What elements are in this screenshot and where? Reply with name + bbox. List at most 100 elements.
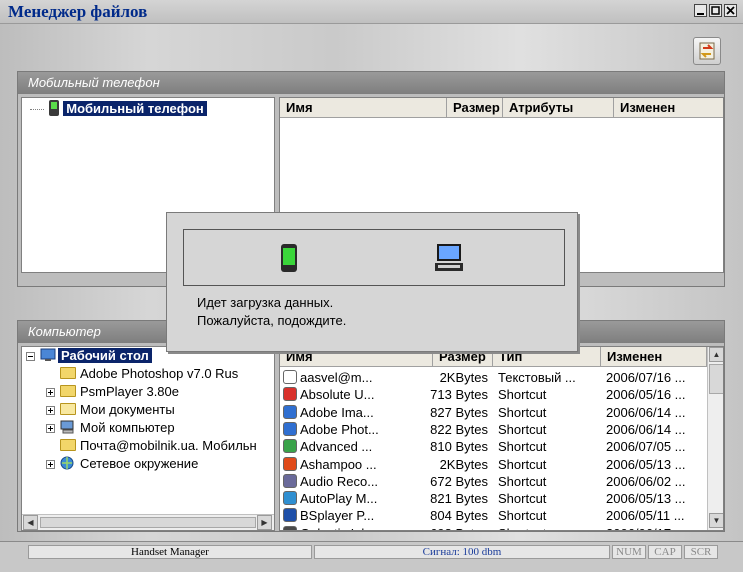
phone-col-name[interactable]: Имя [280, 98, 447, 118]
file-icon [283, 508, 297, 523]
file-name: Advanced ... [300, 439, 373, 455]
expand-toggle[interactable] [46, 406, 55, 415]
expand-toggle[interactable] [46, 388, 55, 397]
file-size: 804 Bytes [430, 508, 488, 524]
status-cap: CAP [648, 545, 682, 559]
file-row[interactable]: aasvel@m... 2KBytes Текстовый ... 2006/07/1… [280, 369, 708, 386]
tree-label: Рабочий стол [58, 348, 152, 363]
mobile-phone-icon [281, 244, 297, 272]
file-icon [283, 473, 297, 488]
tree-label: Почта@mobilnik.ua. Мобильн [80, 438, 257, 453]
file-type: Shortcut [498, 387, 547, 403]
file-date: 2006/06/02 ... [606, 473, 686, 489]
sync-button[interactable] [693, 37, 721, 65]
file-name: BSplayer P... [300, 508, 375, 524]
tree-item-photoshop[interactable]: Adobe Photoshop v7.0 Rus [60, 365, 238, 383]
close-button[interactable] [724, 4, 737, 17]
file-name: Adobe Phot... [300, 421, 379, 437]
scroll-down-button[interactable]: ▼ [709, 513, 723, 528]
file-icon [283, 525, 297, 530]
plus-icon [48, 390, 53, 395]
file-size: 713 Bytes [430, 387, 488, 403]
tree-item-psmplayer[interactable]: PsmPlayer 3.80e [60, 383, 179, 401]
tree-item-my-documents[interactable]: Мои документы [60, 401, 175, 419]
computer-tree[interactable]: Рабочий стол Adobe Photoshop v7.0 Rus Ps… [21, 346, 275, 531]
tree-item-my-computer[interactable]: Мой компьютер [60, 419, 175, 437]
file-rows: aasvel@m... 2KBytes Текстовый ... 2006/07/1… [280, 369, 708, 530]
scroll-left-button[interactable]: ◀ [23, 515, 38, 530]
network-icon [60, 456, 74, 470]
file-date: 2006/07/05 ... [606, 439, 686, 455]
scroll-thumb[interactable] [40, 517, 256, 528]
file-type: Текстовый ... [498, 370, 576, 385]
file-date: 2006/05/16 ... [606, 387, 686, 403]
file-list-vertical-scrollbar[interactable]: ▲ ▼ [707, 347, 723, 530]
computer-file-list[interactable]: Имя Размер Тип Изменен aasvel@m... 2KByte… [279, 346, 724, 531]
file-name: aasvel@m... [300, 370, 373, 385]
file-row[interactable]: Audio Reco... 672 Bytes Shortcut 2006/06/02… [280, 473, 708, 490]
file-type: Shortcut [498, 421, 547, 437]
file-icon [283, 387, 297, 402]
tree-label: Adobe Photoshop v7.0 Rus [80, 366, 239, 381]
file-size: 2KBytes [439, 456, 488, 472]
expand-toggle[interactable] [46, 424, 55, 433]
file-icon [283, 370, 297, 384]
file-date: 2006/06/14 ... [606, 404, 686, 420]
file-name: Ashampoo ... [300, 456, 377, 472]
status-app-name: Handset Manager [28, 545, 312, 559]
scroll-thumb[interactable] [709, 364, 723, 394]
pc-col-modified[interactable]: Изменен [601, 347, 707, 367]
maximize-icon [711, 6, 720, 15]
expand-toggle[interactable] [46, 460, 55, 469]
file-icon [283, 491, 297, 506]
tree-item-mail[interactable]: Почта@mobilnik.ua. Мобильн [60, 437, 257, 455]
file-icon [283, 421, 297, 436]
folder-icon [60, 439, 76, 451]
title-bar: Менеджер файлов [0, 0, 743, 24]
mobile-phone-panel-header: Мобильный телефон [18, 72, 724, 94]
plus-icon [48, 462, 53, 467]
file-row[interactable]: Absolute U... 713 Bytes Shortcut 2006/05/16… [280, 386, 708, 403]
file-row[interactable]: Galactic Ink... 698 Bytes Shortcut 2006/06/… [280, 525, 708, 530]
phone-col-size[interactable]: Размер [447, 98, 503, 118]
sync-icon [699, 42, 715, 60]
plus-icon [48, 426, 53, 431]
loading-message-line1: Идет загрузка данных. [197, 295, 334, 310]
scroll-up-button[interactable]: ▲ [709, 347, 723, 362]
tree-item-desktop[interactable]: Рабочий стол [40, 347, 152, 365]
file-type: Shortcut [498, 473, 547, 489]
file-row[interactable]: Adobe Phot... 822 Bytes Shortcut 2006/06/14… [280, 421, 708, 438]
collapse-toggle[interactable] [26, 352, 35, 361]
phone-col-modified[interactable]: Изменен [614, 98, 723, 118]
tree-horizontal-scrollbar[interactable]: ◀ ▶ [22, 514, 274, 530]
file-row[interactable]: Adobe Ima... 827 Bytes Shortcut 2006/06/14 … [280, 404, 708, 421]
plus-icon [48, 408, 53, 413]
folder-icon [60, 385, 76, 397]
file-row[interactable]: BSplayer P... 804 Bytes Shortcut 2006/05/11… [280, 507, 708, 524]
tree-item-network[interactable]: Сетевое окружение [60, 455, 198, 473]
file-date: 2006/05/11 ... [606, 508, 685, 524]
desktop-icon [40, 348, 56, 361]
close-icon [726, 6, 735, 15]
file-size: 2KBytes [439, 370, 488, 385]
tree-label: Сетевое окружение [80, 456, 199, 471]
file-row[interactable]: Ashampoo ... 2KBytes Shortcut 2006/05/13 ..… [280, 456, 708, 473]
phone-col-attributes[interactable]: Атрибуты [503, 98, 614, 118]
maximize-button[interactable] [709, 4, 722, 17]
tree-label: PsmPlayer 3.80e [80, 384, 179, 399]
file-row[interactable]: AutoPlay M... 821 Bytes Shortcut 2006/05/13… [280, 490, 708, 507]
file-icon [283, 439, 297, 454]
file-name: Audio Reco... [300, 473, 379, 489]
status-num: NUM [612, 545, 646, 559]
computer-icon [60, 420, 74, 434]
status-bar: Handset Manager Сигнал: 100 dbm NUM CAP … [0, 541, 743, 572]
folder-icon [60, 367, 76, 379]
file-size: 827 Bytes [430, 404, 488, 420]
phone-tree-root[interactable]: Мобильный телефон [30, 100, 207, 118]
file-name: Absolute U... [300, 387, 375, 403]
scroll-right-button[interactable]: ▶ [257, 515, 272, 530]
window-title: Менеджер файлов [8, 2, 148, 21]
file-size: 672 Bytes [430, 473, 488, 489]
minimize-button[interactable] [694, 4, 707, 17]
file-row[interactable]: Advanced ... 810 Bytes Shortcut 2006/07/05 … [280, 438, 708, 455]
